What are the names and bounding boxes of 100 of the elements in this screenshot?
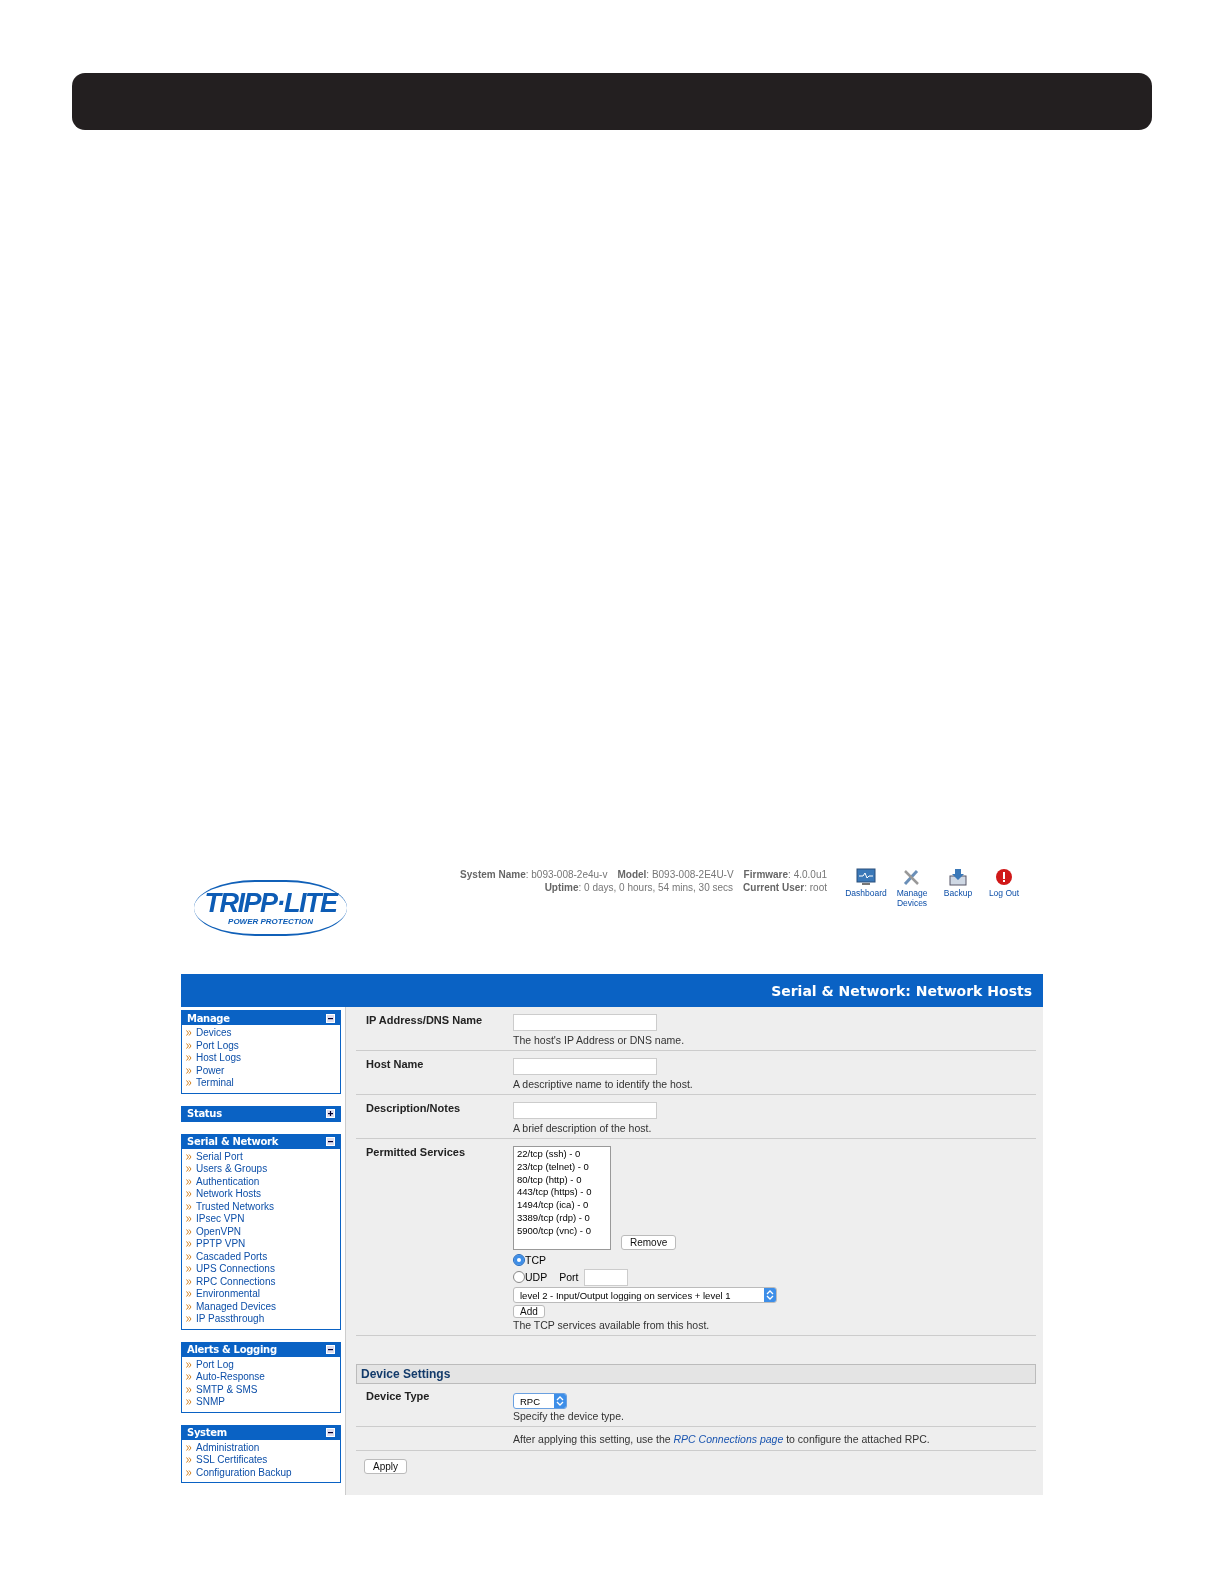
list-option[interactable]: 22/tcp (ssh) - 0 [517,1148,607,1161]
sidebar-item[interactable]: SSL Certificates [196,1454,268,1467]
double-chevron-icon [186,1291,192,1298]
double-chevron-icon [186,1203,192,1210]
download-icon [948,868,968,886]
double-chevron-icon [186,1216,192,1223]
sidebar-item[interactable]: IPsec VPN [196,1213,245,1226]
double-chevron-icon [186,1191,192,1198]
device-type-dropdown[interactable]: RPC [513,1393,567,1409]
sidebar-item[interactable]: Terminal [196,1077,234,1090]
sidebar-item[interactable]: Administration [196,1441,260,1454]
toolbar-link[interactable]: Dashboard [845,868,887,908]
monitor-icon [856,868,876,886]
field-hint: The host's IP Address or DNS name. [513,1033,685,1047]
double-chevron-icon [186,1386,192,1393]
port-field[interactable] [584,1268,629,1286]
double-chevron-icon [186,1166,192,1173]
toolbar-link[interactable]: Manage Devices [891,868,933,908]
plus-icon[interactable] [326,1109,335,1118]
minus-icon[interactable] [326,1428,335,1437]
sidebar-group-header[interactable]: Status [182,1106,340,1121]
page-title: Serial & Network: Network Hosts [771,982,1032,999]
sidebar-item[interactable]: IP Passthrough [196,1313,265,1326]
minus-icon[interactable] [326,1137,335,1146]
field-hint: A brief description of the host. [513,1121,652,1135]
sidebar-item[interactable]: OpenVPN [196,1225,242,1238]
double-chevron-icon [186,1278,192,1285]
double-chevron-icon [186,1399,192,1406]
sidebar-item[interactable]: SNMP [196,1396,225,1409]
field-label: Description/Notes [365,1102,462,1116]
sidebar-item[interactable]: Port Log [196,1358,234,1371]
double-chevron-icon [186,1266,192,1273]
sidebar-group-header[interactable]: Manage [182,1011,340,1025]
sidebar-item[interactable]: Host Logs [196,1052,242,1065]
toolbar-link[interactable]: Log Out [983,868,1025,908]
sidebar-item[interactable]: Power [196,1064,225,1077]
list-option[interactable]: 23/tcp (telnet) - 0 [517,1160,607,1174]
double-chevron-icon [186,1316,192,1323]
text-field[interactable] [513,1102,657,1119]
system-info-text: System Name: b093-008-2e4u-v [460,868,608,881]
sidebar-item[interactable]: RPC Connections [196,1275,276,1288]
sidebar-item[interactable]: SMTP & SMS [196,1383,258,1396]
sidebar-item[interactable]: Network Hosts [196,1188,261,1201]
remove-button[interactable]: Remove [621,1235,677,1250]
double-chevron-icon [186,1444,192,1451]
double-chevron-icon [186,1228,192,1235]
stepper-icon [554,1394,566,1408]
double-chevron-icon [186,1055,192,1062]
field-hint: Specify the device type. [513,1409,624,1423]
apply-button[interactable]: Apply [364,1459,407,1474]
logging-level-dropdown[interactable]: level 2 - Input/Output logging on services + level 1 [513,1287,777,1303]
sidebar-item[interactable]: Users & Groups [196,1163,268,1176]
sidebar-item[interactable]: Configuration Backup [196,1466,292,1479]
double-chevron-icon [186,1080,192,1087]
sidebar-item[interactable]: Trusted Networks [196,1200,274,1213]
port-label: Port [559,1271,579,1283]
sidebar-item[interactable]: Devices [196,1027,232,1040]
sidebar-item[interactable]: Serial Port [196,1150,243,1163]
add-button[interactable]: Add [513,1305,545,1318]
radio-label: TCP [525,1254,546,1266]
sidebar-group-header[interactable]: System [182,1425,340,1440]
services-list[interactable]: 22/tcp (ssh) - 0 23/tcp (telnet) - 0 80/tcp (http) - 0 443/tcp (https) - 0 1494/tcp (ica) - 0 3389/tcp (rdp) - 0 5900/tcp (vnc) - 0 [513,1146,611,1250]
minus-icon[interactable] [326,1345,335,1354]
sidebar-item[interactable]: Cascaded Ports [196,1250,268,1263]
field-label: IP Address/DNS Name [365,1014,484,1028]
list-option[interactable]: 3389/tcp (rdp) - 0 [517,1212,607,1225]
sidebar-item[interactable]: Environmental [196,1288,260,1301]
minus-icon[interactable] [326,1013,335,1023]
radio-label: UDP [525,1271,548,1283]
double-chevron-icon [186,1042,192,1049]
rpc-connections-link[interactable]: RPC Connections page [673,1433,784,1445]
double-chevron-icon [186,1241,192,1248]
list-option[interactable]: 80/tcp (http) - 0 [517,1173,607,1187]
double-chevron-icon [186,1374,192,1381]
section-header: Device Settings [356,1364,1036,1384]
system-info-text: Uptime: 0 days, 0 hours, 54 mins, 30 secs [544,881,734,894]
text-field[interactable] [513,1058,657,1075]
radio-button[interactable] [513,1254,525,1266]
list-option[interactable]: 5900/tcp (vnc) - 0 [517,1224,607,1238]
sidebar-item[interactable]: PPTP VPN [196,1238,246,1251]
sidebar-group-header[interactable]: Serial & Network [182,1134,340,1149]
alert-icon [995,868,1013,886]
double-chevron-icon [186,1457,192,1464]
radio-button[interactable] [513,1271,525,1283]
list-option[interactable]: 443/tcp (https) - 0 [517,1186,607,1200]
sidebar-item[interactable]: Port Logs [196,1039,239,1052]
sidebar-item[interactable]: Authentication [196,1175,260,1188]
system-info-text: Firmware: 4.0.0u1 [743,868,827,881]
system-info-text: Current User: root [743,881,827,894]
toolbar-link[interactable]: Backup [937,868,979,908]
list-option[interactable]: 1494/tcp (ica) - 0 [517,1199,607,1212]
sidebar-item[interactable]: Managed Devices [196,1300,277,1313]
field-label: Permitted Services [365,1146,467,1160]
double-chevron-icon [186,1303,192,1310]
sidebar-item[interactable]: Auto-Response [196,1371,265,1384]
text-field[interactable] [513,1014,657,1031]
stepper-icon [764,1288,776,1302]
note-text: After applying this setting, use the RPC Connections page to configure the attached RPC. [513,1432,930,1446]
sidebar-item[interactable]: UPS Connections [196,1263,275,1276]
sidebar-group-header[interactable]: Alerts & Logging [182,1342,340,1357]
